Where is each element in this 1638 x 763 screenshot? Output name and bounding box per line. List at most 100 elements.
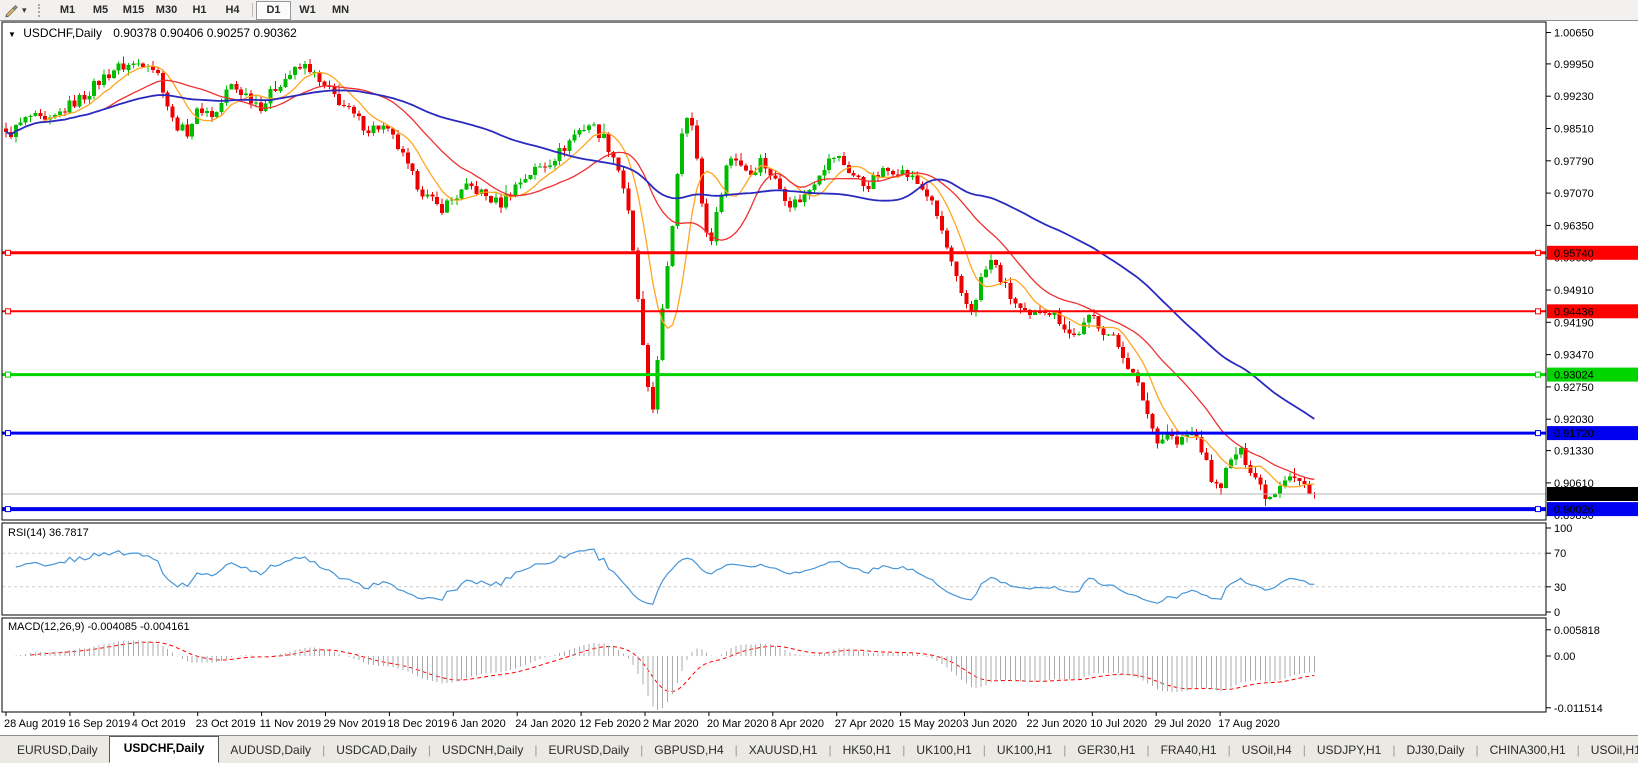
price-badge: 0.95740 (1554, 248, 1594, 260)
price-tick-label: 0.97070 (1554, 188, 1594, 200)
macd-tick-label: 0.005818 (1554, 625, 1600, 637)
date-label: 10 Jul 2020 (1090, 718, 1147, 730)
rsi-tick-label: 70 (1554, 548, 1566, 560)
chart-tab-eurusd-daily[interactable]: EURUSD,Daily (537, 739, 640, 763)
timeframe-button-mn[interactable]: MN (324, 2, 357, 19)
top-toolbar: ▾ M1M5M15M30H1H4 D1W1MN (0, 0, 1638, 21)
chart-tab-hk50-h1[interactable]: HK50,H1 (832, 739, 903, 763)
timeframe-button-w1[interactable]: W1 (291, 2, 324, 19)
price-tick-label: 0.97790 (1554, 156, 1594, 168)
rsi-label: RSI(14) 36.7817 (8, 527, 89, 539)
date-label: 12 Feb 2020 (579, 718, 641, 730)
chart-tab-gbpusd-h4[interactable]: GBPUSD,H4 (643, 739, 734, 763)
chart-tab-usdjpy-h1[interactable]: USDJPY,H1 (1306, 739, 1392, 763)
rsi-plot[interactable] (2, 523, 1546, 615)
line-handle[interactable] (1536, 507, 1541, 512)
date-label: 29 Jul 2020 (1154, 718, 1211, 730)
timeframe-button-m1[interactable]: M1 (51, 2, 84, 19)
date-label: 27 Apr 2020 (835, 718, 894, 730)
main-chart-plot[interactable] (2, 22, 1546, 520)
price-tick-label: 0.98510 (1554, 124, 1594, 136)
date-label: 8 Apr 2020 (771, 718, 824, 730)
macd-label: MACD(12,26,9) -0.004085 -0.004161 (8, 621, 190, 633)
price-tick-label: 0.94910 (1554, 285, 1594, 297)
date-label: 18 Dec 2019 (387, 718, 449, 730)
timeframe-button-h4[interactable]: H4 (216, 2, 249, 19)
timeframe-button-m30[interactable]: M30 (150, 2, 183, 19)
toolbar-grip[interactable] (38, 4, 45, 17)
chart-tab-usdcnh-daily[interactable]: USDCNH,Daily (431, 739, 534, 763)
price-badge: 0.93024 (1554, 370, 1594, 382)
line-handle[interactable] (1536, 372, 1541, 377)
chart-symbol-period: USDCHF,Daily (23, 26, 102, 40)
chart-title: ▼ USDCHF,Daily 0.90378 0.90406 0.90257 0… (8, 26, 297, 40)
chart-tab-usdcad-daily[interactable]: USDCAD,Daily (325, 739, 428, 763)
line-handle[interactable] (6, 431, 11, 436)
date-label: 3 Jun 2020 (963, 718, 1017, 730)
timeframe-button-h1[interactable]: H1 (183, 2, 216, 19)
macd-tick-label: -0.011514 (1554, 703, 1603, 715)
date-label: 17 Aug 2020 (1218, 718, 1280, 730)
price-tick-label: 0.94190 (1554, 317, 1594, 329)
chart-tab-fra40-h1[interactable]: FRA40,H1 (1150, 739, 1228, 763)
chart-canvas[interactable]: 1.006500.999500.992300.985100.977900.970… (0, 0, 1638, 735)
date-label: 16 Sep 2019 (68, 718, 130, 730)
rsi-tick-label: 0 (1554, 607, 1560, 619)
price-badge: 0.90362 (1554, 489, 1594, 501)
price-tick-label: 0.92750 (1554, 382, 1594, 394)
chart-tab-usoil-h4[interactable]: USOil,H4 (1231, 739, 1303, 763)
rsi-tick-label: 100 (1554, 523, 1572, 535)
line-handle[interactable] (1536, 309, 1541, 314)
price-badge: 0.91720 (1554, 428, 1594, 440)
price-badge: 0.94436 (1554, 306, 1594, 318)
price-tick-label: 0.99230 (1554, 91, 1594, 103)
chart-tab-xauusd-h1[interactable]: XAUUSD,H1 (738, 739, 829, 763)
mt4-terminal: { "icons": { "draw_tool": "pen-cursor", … (0, 0, 1638, 763)
chart-tab-uk100-h1[interactable]: UK100,H1 (986, 739, 1063, 763)
rsi-tick-label: 30 (1554, 582, 1566, 594)
line-handle[interactable] (6, 507, 11, 512)
timeframe-button-m5[interactable]: M5 (84, 2, 117, 19)
price-tick-label: 0.92030 (1554, 414, 1594, 426)
date-label: 6 Jan 2020 (451, 718, 505, 730)
date-label: 23 Oct 2019 (196, 718, 256, 730)
price-badge: 0.90026 (1554, 504, 1594, 516)
chart-tabs: EURUSD,DailyUSDCHF,DailyAUDUSD,Daily|USD… (6, 736, 1638, 763)
tool-dropdown-arrow-icon[interactable]: ▾ (22, 5, 34, 16)
price-tick-label: 0.91330 (1554, 446, 1594, 458)
chart-tab-ger30-h1[interactable]: GER30,H1 (1066, 739, 1146, 763)
line-handle[interactable] (6, 372, 11, 377)
date-label: 29 Nov 2019 (324, 718, 386, 730)
date-label: 20 Mar 2020 (707, 718, 769, 730)
draw-tool-icon[interactable] (0, 1, 22, 19)
line-handle[interactable] (6, 309, 11, 314)
chart-tab-audusd-daily[interactable]: AUDUSD,Daily (219, 739, 322, 763)
date-label: 15 May 2020 (899, 718, 963, 730)
toolbar-separator (252, 3, 253, 17)
date-label: 4 Oct 2019 (132, 718, 186, 730)
price-tick-label: 0.99950 (1554, 59, 1594, 71)
chart-tab-china300-h1[interactable]: CHINA300,H1 (1479, 739, 1577, 763)
chart-ohlc-values: 0.90378 0.90406 0.90257 0.90362 (113, 26, 297, 40)
timeframe-button-m15[interactable]: M15 (117, 2, 150, 19)
line-handle[interactable] (1536, 250, 1541, 255)
line-handle[interactable] (6, 250, 11, 255)
pen-cursor-icon (4, 3, 19, 18)
timeframe-toolbar: M1M5M15M30H1H4 D1W1MN (51, 1, 357, 20)
chart-tab-usdchf-daily[interactable]: USDCHF,Daily (109, 736, 220, 763)
price-tick-label: 0.96350 (1554, 220, 1594, 232)
chart-tab-dj30-daily[interactable]: DJ30,Daily (1395, 739, 1475, 763)
date-label: 11 Nov 2019 (260, 718, 322, 730)
chart-tab-uk100-h1[interactable]: UK100,H1 (905, 739, 982, 763)
date-label: 24 Jan 2020 (515, 718, 576, 730)
timeframe-button-d1[interactable]: D1 (256, 1, 291, 20)
date-label: 22 Jun 2020 (1026, 718, 1087, 730)
chart-title-caret-icon[interactable]: ▼ (8, 30, 16, 39)
macd-tick-label: 0.00 (1554, 651, 1575, 663)
date-label: 28 Aug 2019 (4, 718, 66, 730)
line-handle[interactable] (1536, 431, 1541, 436)
chart-tab-eurusd-daily[interactable]: EURUSD,Daily (6, 739, 109, 763)
price-tick-label: 0.93470 (1554, 350, 1594, 362)
chart-tab-usoil-h1[interactable]: USOil,H1 (1580, 739, 1638, 763)
chart-tab-bar: EURUSD,DailyUSDCHF,DailyAUDUSD,Daily|USD… (0, 735, 1638, 763)
